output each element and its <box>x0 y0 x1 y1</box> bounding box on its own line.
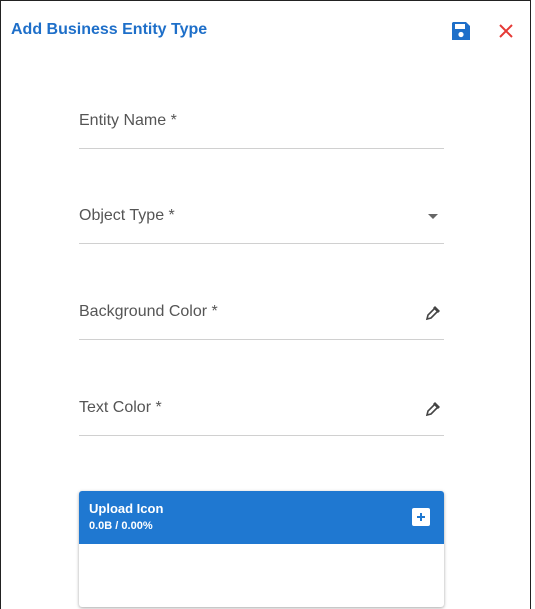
upload-header: Upload Icon 0.0B / 0.00% <box>79 491 444 544</box>
upload-title: Upload Icon <box>89 501 164 516</box>
save-button[interactable] <box>449 19 473 43</box>
entity-name-label: Entity Name * <box>79 112 177 129</box>
text-color-label: Text Color * <box>79 399 162 416</box>
upload-icon-card: Upload Icon 0.0B / 0.00% <box>79 491 444 607</box>
object-type-label: Object Type * <box>79 207 175 224</box>
dropdown-arrow-icon <box>428 214 438 219</box>
close-icon <box>499 24 513 38</box>
dialog-title: Add Business Entity Type <box>11 21 208 38</box>
close-button[interactable] <box>494 19 518 43</box>
add-entity-dialog: Add Business Entity Type Entity Name * O… <box>0 0 531 609</box>
dialog-header: Add Business Entity Type <box>1 1 530 61</box>
text-color-field[interactable]: Text Color * <box>79 385 444 436</box>
object-type-select[interactable]: Object Type * <box>79 193 444 244</box>
background-color-picker-button[interactable] <box>422 302 444 324</box>
object-type-dropdown-button[interactable] <box>422 206 444 228</box>
text-color-picker-button[interactable] <box>422 398 444 420</box>
background-color-field[interactable]: Background Color * <box>79 289 444 340</box>
background-color-label: Background Color * <box>79 303 218 320</box>
add-file-button[interactable] <box>412 508 430 526</box>
entity-name-field[interactable]: Entity Name * <box>79 98 444 149</box>
plus-icon <box>417 513 425 521</box>
eyedropper-icon <box>425 306 440 321</box>
eyedropper-icon <box>425 402 440 417</box>
floppy-disk-icon <box>452 22 470 40</box>
upload-size-status: 0.0B / 0.00% <box>89 520 153 532</box>
